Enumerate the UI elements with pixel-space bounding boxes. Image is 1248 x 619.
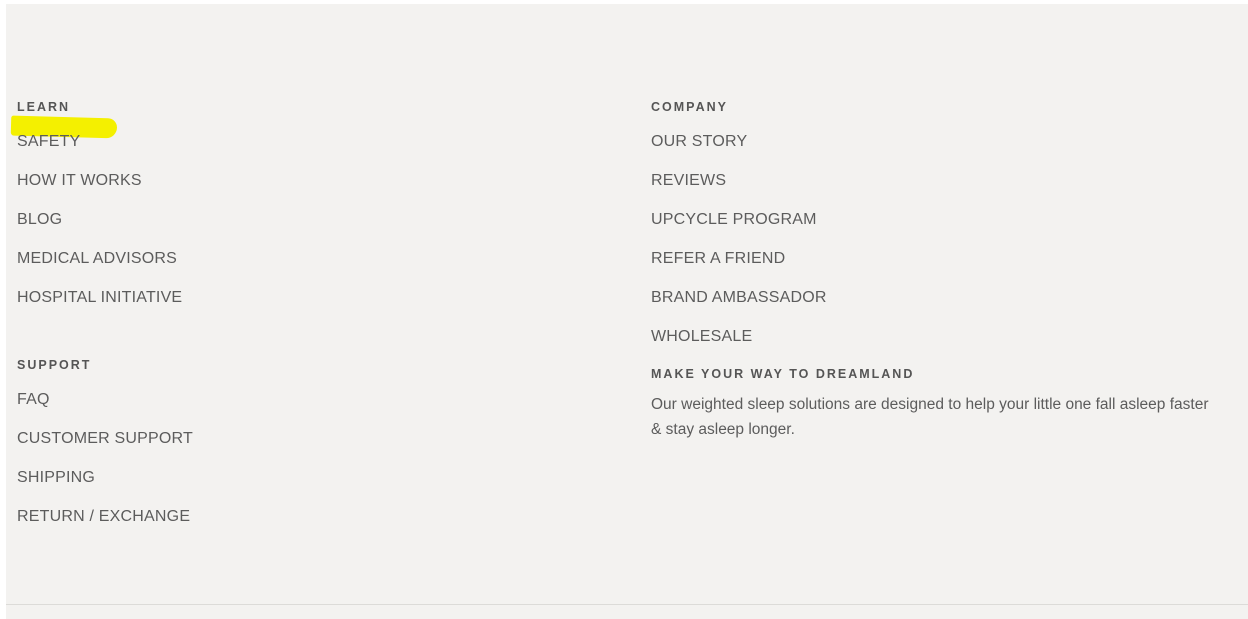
learn-heading: LEARN (17, 100, 71, 114)
wholesale-link[interactable]: WHOLESALE (651, 327, 1221, 347)
blog-link[interactable]: BLOG (17, 210, 193, 230)
learn-section: LEARN SAFETY HOW IT WORKS BLOG MEDICAL A… (10, 98, 193, 308)
list-item: SHIPPING (17, 468, 193, 488)
footer-divider (6, 604, 1248, 605)
footer-column-right: COMPANY OUR STORY REVIEWS UPCYCLE PROGRA… (651, 98, 1221, 442)
medical-advisors-link[interactable]: MEDICAL ADVISORS (17, 249, 193, 269)
faq-link[interactable]: FAQ (17, 390, 193, 410)
upcycle-program-link[interactable]: UPCYCLE PROGRAM (651, 210, 1221, 230)
reviews-link[interactable]: REVIEWS (651, 171, 1221, 191)
footer-column-left: LEARN SAFETY HOW IT WORKS BLOG MEDICAL A… (10, 98, 193, 527)
list-item: MEDICAL ADVISORS (17, 249, 193, 269)
refer-a-friend-link[interactable]: REFER A FRIEND (651, 249, 1221, 269)
return-exchange-link[interactable]: RETURN / EXCHANGE (17, 507, 193, 527)
how-it-works-link[interactable]: HOW IT WORKS (17, 171, 193, 191)
hospital-initiative-link[interactable]: HOSPITAL INITIATIVE (17, 288, 193, 308)
support-links: FAQ CUSTOMER SUPPORT SHIPPING RETURN / E… (17, 390, 193, 527)
shipping-link[interactable]: SHIPPING (17, 468, 193, 488)
list-item: HOW IT WORKS (17, 171, 193, 191)
list-item: FAQ (17, 390, 193, 410)
highlighted-link-wrapper: SAFETY (10, 115, 118, 152)
list-item: WHOLESALE (651, 327, 1221, 347)
customer-support-link[interactable]: CUSTOMER SUPPORT (17, 429, 193, 449)
our-story-link[interactable]: OUR STORY (651, 132, 1221, 152)
tagline-text: Our weighted sleep solutions are designe… (651, 396, 1209, 438)
site-footer: LEARN SAFETY HOW IT WORKS BLOG MEDICAL A… (6, 4, 1248, 619)
safety-link[interactable]: SAFETY (17, 132, 80, 152)
list-item: REVIEWS (651, 171, 1221, 191)
list-item: RETURN / EXCHANGE (17, 507, 193, 527)
company-section: COMPANY OUR STORY REVIEWS UPCYCLE PROGRA… (651, 98, 1221, 347)
support-heading: SUPPORT (17, 358, 92, 372)
tagline-heading: MAKE YOUR WAY TO DREAMLAND (651, 367, 915, 381)
company-links: OUR STORY REVIEWS UPCYCLE PROGRAM REFER … (651, 132, 1221, 347)
list-item: OUR STORY (651, 132, 1221, 152)
list-item: REFER A FRIEND (651, 249, 1221, 269)
support-section: SUPPORT FAQ CUSTOMER SUPPORT SHIPPING RE… (17, 356, 193, 527)
company-heading: COMPANY (651, 100, 728, 114)
list-item: BRAND AMBASSADOR (651, 288, 1221, 308)
brand-ambassador-link[interactable]: BRAND AMBASSADOR (651, 288, 1221, 308)
list-item: SAFETY (10, 115, 193, 152)
list-item: BLOG (17, 210, 193, 230)
tagline-section: MAKE YOUR WAY TO DREAMLAND Our weighted … (651, 365, 1221, 442)
list-item: CUSTOMER SUPPORT (17, 429, 193, 449)
list-item: HOSPITAL INITIATIVE (17, 288, 193, 308)
list-item: UPCYCLE PROGRAM (651, 210, 1221, 230)
learn-links: SAFETY HOW IT WORKS BLOG MEDICAL ADVISOR… (10, 115, 193, 308)
